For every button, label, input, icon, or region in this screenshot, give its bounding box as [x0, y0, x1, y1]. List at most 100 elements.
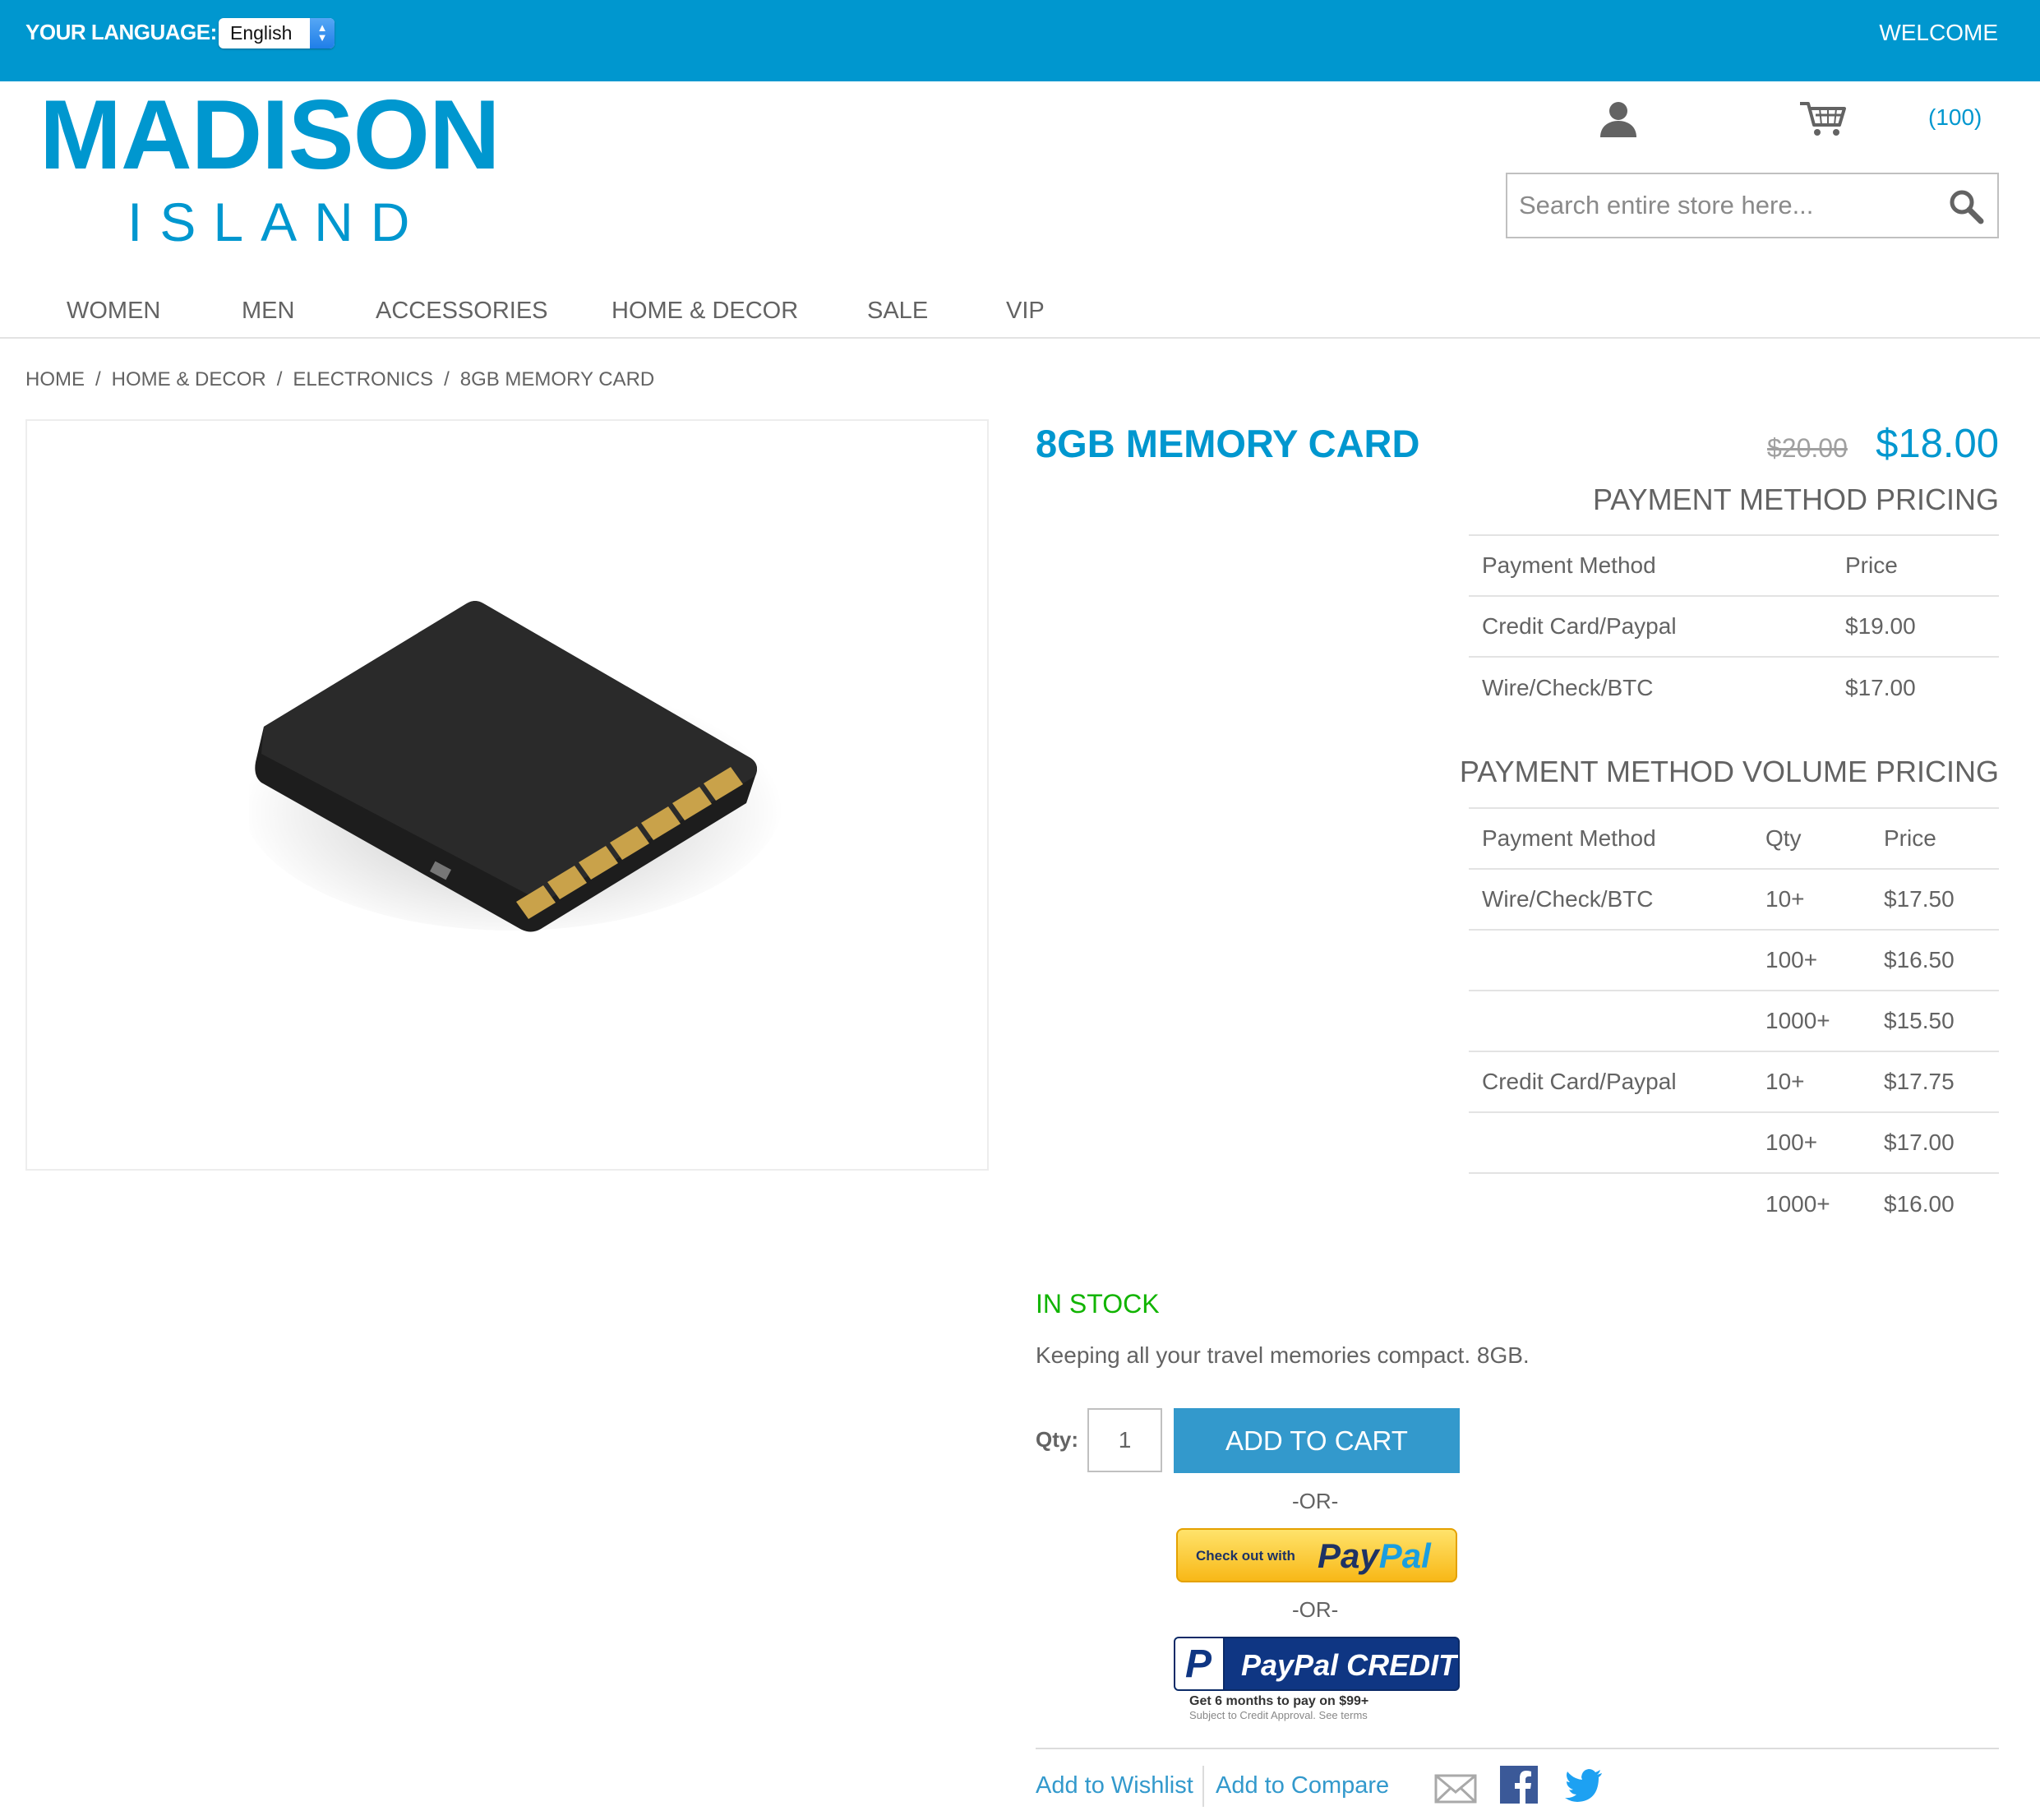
table-cell: 100+	[1752, 1111, 1871, 1173]
breadcrumb-current: 8GB MEMORY CARD	[459, 368, 655, 390]
select-arrows-icon: ▲ ▼	[310, 18, 335, 49]
table-row: Credit Card/Paypal $19.00	[1469, 595, 1999, 657]
paypal-credit-note: Get 6 months to pay on $99+	[1189, 1694, 1369, 1708]
stock-status: IN STOCK	[1036, 1289, 1160, 1319]
top-bar: YOUR LANGUAGE: English ▲ ▼ WELCOME	[0, 0, 2040, 81]
add-to-cart-button[interactable]: ADD TO CART	[1174, 1408, 1460, 1473]
email-icon[interactable]	[1434, 1774, 1477, 1804]
nav-divider	[0, 337, 2040, 339]
special-price: $18.00	[1876, 422, 1999, 466]
language-label: YOUR LANGUAGE:	[25, 20, 217, 44]
table-cell: $17.00	[1871, 1111, 1999, 1173]
table-header-row: Payment Method Price	[1469, 534, 1999, 596]
qty-input[interactable]	[1087, 1408, 1162, 1472]
nav-item-accessories[interactable]: ACCESSORIES	[376, 298, 548, 325]
table-cell: 1000+	[1752, 990, 1871, 1051]
payment-method-pricing-table: Payment Method Price Credit Card/Paypal …	[1469, 534, 1999, 718]
account-icon[interactable]	[1598, 99, 1639, 139]
paypal-logo: PayPal	[1318, 1536, 1431, 1576]
breadcrumb: HOME / HOME & DECOR / ELECTRONICS / 8GB MEMORY…	[25, 368, 654, 391]
search-input[interactable]	[1519, 176, 1930, 235]
product-image-frame	[25, 419, 989, 1171]
link-divider	[1202, 1766, 1204, 1807]
table-row: Credit Card/Paypal 10+ $17.75	[1469, 1051, 1999, 1112]
table-row: Wire/Check/BTC $17.00	[1469, 656, 1999, 718]
table-header-cell: Payment Method	[1469, 534, 1832, 596]
logo-main-text: MADISON	[39, 80, 501, 190]
table-cell: 10+	[1752, 868, 1871, 930]
search-box	[1506, 173, 1999, 238]
payment-method-pricing-heading: PAYMENT METHOD PRICING	[1592, 483, 1999, 516]
nav-item-men[interactable]: MEN	[242, 298, 294, 325]
breadcrumb-electronics[interactable]: ELECTRONICS	[293, 368, 433, 391]
language-select[interactable]: English ▲ ▼	[219, 18, 335, 49]
table-header-cell: Price	[1871, 807, 1999, 869]
table-row: Wire/Check/BTC 10+ $17.50	[1469, 868, 1999, 930]
breadcrumb-home[interactable]: HOME	[25, 368, 85, 391]
nav-item-sale[interactable]: SALE	[867, 298, 928, 325]
old-price: $20.00	[1767, 433, 1848, 463]
twitter-icon[interactable]	[1565, 1769, 1603, 1802]
product-image-memory-card[interactable]	[249, 594, 783, 963]
table-header-cell: Qty	[1752, 807, 1871, 869]
facebook-icon[interactable]	[1500, 1766, 1538, 1804]
table-row: 100+ $17.00	[1469, 1111, 1999, 1173]
divider	[1036, 1748, 1999, 1749]
table-cell	[1469, 929, 1752, 991]
product-title: 8GB MEMORY CARD	[1036, 422, 1420, 465]
or-separator: -OR-	[1292, 1597, 1339, 1622]
volume-pricing-table: Payment Method Qty Price Wire/Check/BTC …	[1469, 807, 1999, 1234]
paypal-logo-pay: Pay	[1318, 1536, 1379, 1575]
table-header-cell: Price	[1832, 534, 1999, 596]
payment-method-volume-pricing-heading: PAYMENT METHOD VOLUME PRICING	[1459, 755, 1999, 788]
table-cell: Credit Card/Paypal	[1469, 595, 1832, 657]
table-cell: Wire/Check/BTC	[1469, 656, 1832, 718]
search-icon[interactable]	[1948, 188, 1984, 224]
paypal-credit-label: PayPal CREDIT	[1241, 1648, 1457, 1682]
table-header-row: Payment Method Qty Price	[1469, 807, 1999, 869]
table-cell	[1469, 1172, 1752, 1234]
nav-item-home-decor[interactable]: HOME & DECOR	[612, 298, 798, 325]
table-cell: $16.50	[1871, 929, 1999, 991]
add-to-compare-link[interactable]: Add to Compare	[1216, 1772, 1389, 1799]
breadcrumb-separator: /	[95, 368, 101, 390]
main-nav: WOMEN MEN ACCESSORIES HOME & DECOR SALE …	[0, 289, 1999, 339]
logo-sub-text: ISLAND	[127, 192, 427, 252]
breadcrumb-separator: /	[444, 368, 450, 390]
nav-item-women[interactable]: WOMEN	[67, 298, 160, 325]
paypal-credit-button[interactable]: P PayPal CREDIT	[1174, 1637, 1460, 1691]
product-description: Keeping all your travel memories compact…	[1036, 1342, 1530, 1368]
qty-label: Qty:	[1036, 1427, 1078, 1452]
table-cell: $17.75	[1871, 1051, 1999, 1112]
table-cell: 10+	[1752, 1051, 1871, 1112]
table-row: 1000+ $15.50	[1469, 990, 1999, 1051]
table-cell: 100+	[1752, 929, 1871, 991]
table-cell: $17.00	[1832, 656, 1999, 718]
table-cell: $17.50	[1871, 868, 1999, 930]
table-cell	[1469, 990, 1752, 1051]
language-select-value: English	[230, 22, 293, 44]
table-cell: $16.00	[1871, 1172, 1999, 1234]
paypal-checkout-text: Check out with	[1196, 1548, 1295, 1564]
paypal-credit-terms[interactable]: Subject to Credit Approval. See terms	[1189, 1709, 1368, 1721]
or-separator: -OR-	[1292, 1489, 1339, 1513]
paypal-p-icon: P	[1175, 1638, 1225, 1689]
table-cell: 1000+	[1752, 1172, 1871, 1234]
welcome-message: WELCOME	[1879, 20, 1998, 45]
paypal-logo-pal: Pal	[1378, 1536, 1431, 1575]
paypal-checkout-button[interactable]: Check out with PayPal	[1176, 1528, 1457, 1582]
table-row: 100+ $16.50	[1469, 929, 1999, 991]
table-cell: $19.00	[1832, 595, 1999, 657]
breadcrumb-home-decor[interactable]: HOME & DECOR	[112, 368, 266, 391]
table-cell: Wire/Check/BTC	[1469, 868, 1752, 930]
table-cell: Credit Card/Paypal	[1469, 1051, 1752, 1112]
table-cell: $15.50	[1871, 990, 1999, 1051]
breadcrumb-separator: /	[276, 368, 283, 390]
table-header-cell: Payment Method	[1469, 807, 1752, 869]
table-cell	[1469, 1111, 1752, 1173]
cart-icon[interactable]	[1798, 99, 1848, 138]
table-row: 1000+ $16.00	[1469, 1172, 1999, 1234]
cart-count[interactable]: (100)	[1928, 104, 1982, 131]
add-to-wishlist-link[interactable]: Add to Wishlist	[1036, 1772, 1193, 1799]
nav-item-vip[interactable]: VIP	[1006, 298, 1045, 325]
